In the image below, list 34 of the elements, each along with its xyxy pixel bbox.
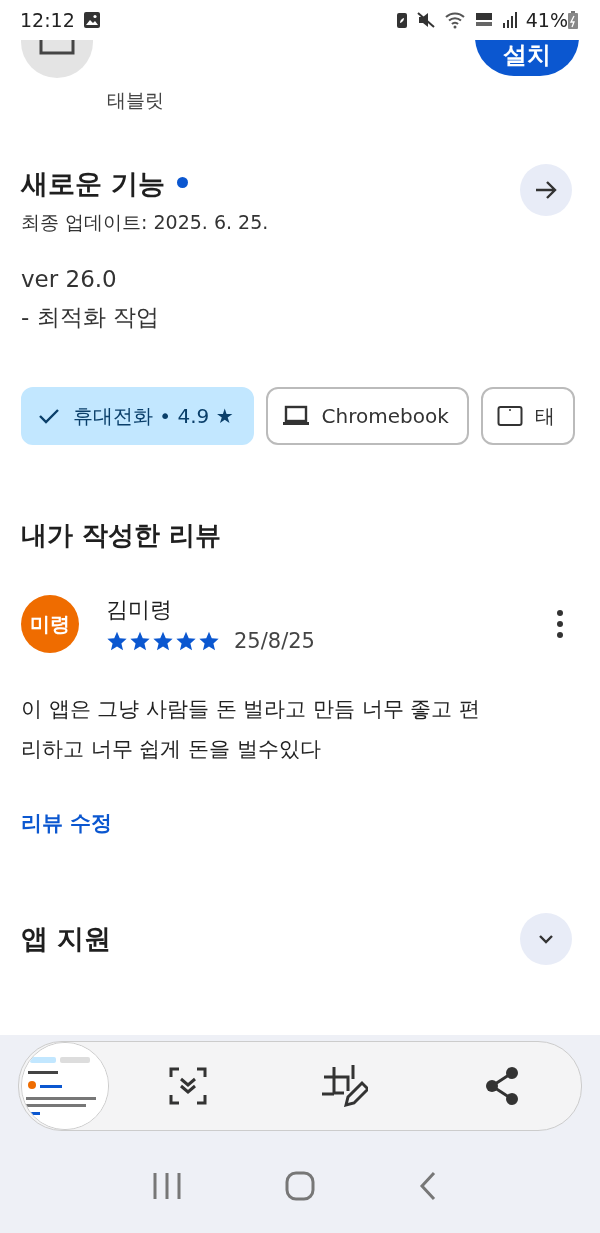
- user-avatar: 미령: [21, 595, 79, 653]
- share-icon[interactable]: [485, 1067, 520, 1105]
- release-note: - 최적화 작업: [21, 303, 160, 332]
- mute-icon: [415, 11, 436, 29]
- arrow-button[interactable]: [520, 164, 572, 216]
- laptop-icon: [281, 405, 310, 427]
- device-chip[interactable]: 태: [480, 387, 575, 445]
- app-category: 태블릿: [107, 88, 165, 112]
- signal-icon: [501, 11, 518, 29]
- more-options-icon: [555, 609, 565, 639]
- section-title: 새로운 기능: [21, 168, 166, 199]
- section-title: 앱 지원: [21, 922, 113, 956]
- more-options-button[interactable]: [555, 609, 565, 639]
- release-note: ver 26.0: [21, 266, 118, 292]
- device-chip[interactable]: Chromebook: [265, 387, 469, 445]
- scroll-capture-icon[interactable]: [168, 1067, 207, 1105]
- crop-edit-icon[interactable]: [322, 1065, 368, 1107]
- wifi-icon: [443, 11, 466, 29]
- device-chip[interactable]: 휴대전화 • 4.9 ★: [21, 387, 254, 445]
- tablet-icon: [496, 405, 523, 427]
- review-date: 25/8/25: [234, 629, 315, 653]
- install-button[interactable]: 설치: [475, 40, 579, 76]
- battery-percent: 41%: [525, 9, 568, 31]
- image-icon: [82, 11, 101, 29]
- battery-icon: [568, 11, 578, 29]
- section-title: 내가 작성한 리뷰: [21, 519, 223, 552]
- review-text: 이 앱은 그냥 사람들 돈 벌라고 만듬 너무 좋고 편리하고 너무 쉽게 돈을 벌수있다: [21, 696, 482, 763]
- reviewer-name: 김미령: [106, 596, 173, 624]
- edit-review-link[interactable]: 리뷰 수정: [21, 809, 113, 837]
- battery-saver-icon: [395, 11, 408, 29]
- home-icon[interactable]: [285, 1171, 315, 1201]
- last-updated: 최종 업데이트: 2025. 6. 25.: [21, 210, 270, 235]
- clock-time: 12:12: [20, 9, 75, 31]
- recent-apps-icon[interactable]: [151, 1171, 182, 1201]
